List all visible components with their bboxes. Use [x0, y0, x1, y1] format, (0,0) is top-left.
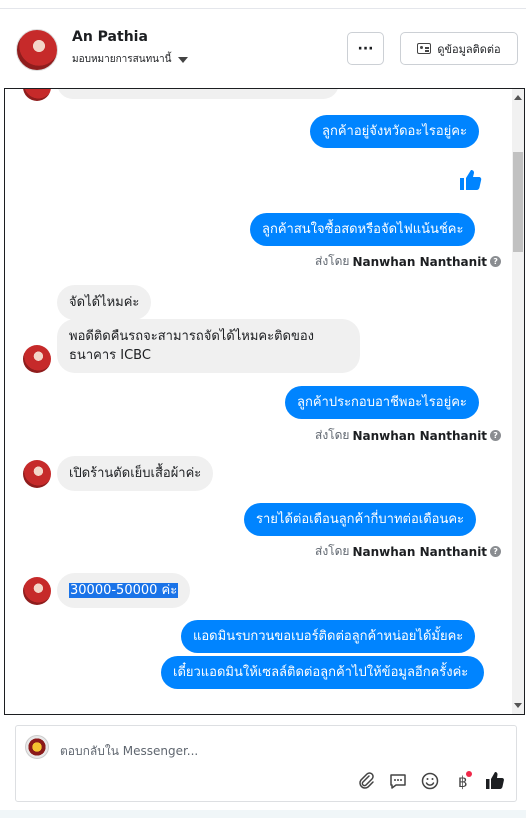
message-outgoing: ลูกค้าอยู่จังหวัดอะไรอยู่คะ: [310, 115, 479, 148]
page-avatar: [25, 735, 49, 759]
sent-by-prefix: ส่งโดย: [315, 254, 350, 268]
message-outgoing: รายได้ต่อเดือนลูกค้ากี่บาทต่อเดือนคะ: [244, 503, 477, 536]
reply-input[interactable]: ตอบกลับใน Messenger...: [60, 742, 198, 761]
conversation-header: An Pathia มอบหมายการสนทนานี้ ··· ดูข้อมู…: [0, 9, 526, 89]
assign-label: มอบหมายการสนทนานี้: [72, 54, 172, 65]
scroll-up-icon[interactable]: [514, 95, 522, 100]
contact-avatar[interactable]: [16, 29, 58, 71]
saved-replies-icon[interactable]: [388, 771, 408, 791]
message-thread[interactable]: ลูกค้าอยู่จังหวัดอะไรอยู่คะ ลูกค้าสนใจซื…: [4, 88, 525, 715]
message-incoming-cutoff: [57, 89, 339, 99]
assign-conversation-dropdown[interactable]: มอบหมายการสนทนานี้: [72, 52, 189, 67]
sent-by-prefix: ส่งโดย: [315, 544, 350, 558]
contact-name[interactable]: An Pathia: [72, 29, 148, 45]
scrollbar[interactable]: [512, 89, 524, 714]
sender-name: Nanwhan Nanthanit: [352, 544, 488, 559]
svg-text:฿: ฿: [458, 773, 468, 791]
contact-card-icon: [417, 43, 432, 54]
emoji-icon[interactable]: [420, 771, 440, 791]
reply-composer: ตอบกลับใน Messenger... ฿: [15, 725, 517, 802]
selected-text: 30000-50000 ค่ะ: [69, 583, 179, 598]
sender-name: Nanwhan Nanthanit: [352, 428, 488, 443]
messenger-panel: An Pathia มอบหมายการสนทนานี้ ··· ดูข้อมู…: [0, 0, 526, 818]
sent-by-label: ส่งโดย Nanwhan Nanthanit ?: [315, 252, 502, 271]
avatar: [23, 460, 51, 488]
info-icon[interactable]: ?: [490, 546, 502, 557]
sent-by-label: ส่งโดย Nanwhan Nanthanit ?: [315, 426, 502, 445]
sent-by-prefix: ส่งโดย: [315, 428, 350, 442]
scroll-thumb[interactable]: [513, 152, 523, 252]
info-icon[interactable]: ?: [490, 256, 502, 267]
avatar: [23, 345, 51, 373]
message-incoming: เปิดร้านตัดเย็บเสื้อผ้าค่ะ: [57, 456, 214, 491]
more-options-button[interactable]: ···: [347, 32, 384, 65]
scroll-down-icon[interactable]: [514, 703, 522, 708]
avatar: [23, 577, 51, 605]
message-outgoing: ลูกค้าประกอบอาชีพอะไรอยู่คะ: [285, 386, 479, 419]
like-button-icon[interactable]: [484, 771, 504, 791]
message-outgoing: ลูกค้าสนใจซื้อสดหรือจัดไฟแน้นช์คะ: [250, 213, 476, 246]
info-icon[interactable]: ?: [490, 430, 502, 441]
avatar: [23, 89, 51, 101]
chevron-down-icon: [178, 56, 189, 63]
attachment-icon[interactable]: [356, 771, 376, 791]
message-incoming: 30000-50000 ค่ะ: [57, 573, 191, 608]
view-contact-button[interactable]: ดูข้อมูลติดต่อ: [400, 32, 518, 65]
message-incoming: จัดได้ไหมค่ะ: [57, 285, 152, 320]
thumbs-up-icon: [460, 170, 482, 190]
sent-by-label: ส่งโดย Nanwhan Nanthanit ?: [315, 542, 502, 561]
message-outgoing: แอดมินรบกวนขอเบอร์ติดต่อลูกค้าหน่อยได้มั…: [181, 620, 476, 653]
view-contact-label: ดูข้อมูลติดต่อ: [437, 42, 501, 56]
sender-name: Nanwhan Nanthanit: [352, 254, 488, 269]
message-incoming: พอดีติดคืนรถจะสามารถจัดได้ไหมคะติดของธนา…: [57, 319, 360, 373]
payment-icon[interactable]: ฿: [452, 771, 472, 791]
message-outgoing: เดี๋ยวแอดมินให้เซลล์ติดต่อลูกค้าไปให้ข้อ…: [161, 656, 484, 689]
bottom-strip: [0, 810, 526, 818]
